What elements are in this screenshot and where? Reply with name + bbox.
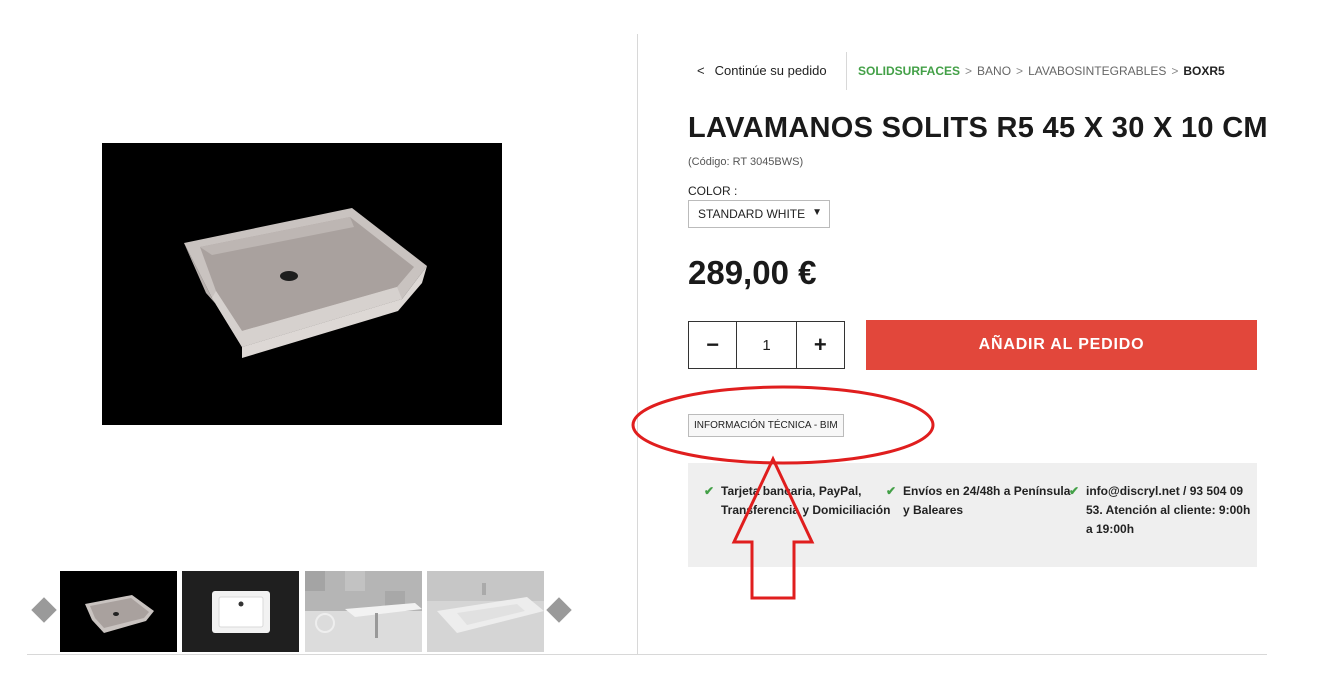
- info-line: info@discryl.net / 93 504 09: [1086, 484, 1244, 498]
- contact-info: ✔ info@discryl.net / 93 504 09 53. Atenc…: [1069, 482, 1251, 539]
- add-to-order-button[interactable]: AÑADIR AL PEDIDO: [866, 320, 1257, 370]
- breadcrumb: SOLIDSURFACES > BANO > LAVABOSINTEGRABLES > BO…: [858, 64, 1225, 78]
- thumbnail-4[interactable]: [427, 571, 544, 652]
- info-line: 53. Atención al cliente: 9:00h: [1086, 503, 1251, 517]
- breadcrumb-item-solidsurfaces[interactable]: SOLIDSURFACES: [858, 64, 960, 78]
- product-main-image[interactable]: [102, 143, 502, 425]
- breadcrumb-item-current: BOXR5: [1183, 64, 1225, 78]
- bottom-divider: [27, 654, 1267, 655]
- info-line: y Baleares: [903, 503, 964, 517]
- product-title: LAVAMANOS SOLITS R5 45 X 30 X 10 CM: [688, 112, 1268, 144]
- chevron-left-icon: <: [697, 63, 705, 78]
- dropdown-arrow-icon: ▼: [812, 207, 822, 218]
- shipping-info: ✔ Envíos en 24/48h a Península y Baleare…: [886, 482, 1073, 520]
- info-line: a 19:00h: [1086, 522, 1135, 536]
- breadcrumb-item-bano[interactable]: BANO: [977, 64, 1011, 78]
- info-line: Envíos en 24/48h a Península: [903, 484, 1071, 498]
- thumbnail-1[interactable]: [60, 571, 177, 652]
- increase-quantity-button[interactable]: +: [797, 322, 844, 368]
- continue-shopping-link[interactable]: < Continúe su pedido: [697, 63, 827, 78]
- thumbnail-2[interactable]: [182, 571, 299, 652]
- breadcrumb-divider: [846, 52, 847, 90]
- payment-info: ✔ Tarjeta bancaria, PayPal, Transferenci…: [704, 482, 891, 520]
- technical-info-bim-button[interactable]: INFORMACIÓN TÉCNICA - BIM: [688, 414, 844, 437]
- breadcrumb-separator: >: [965, 64, 973, 78]
- thumbnail-prev-icon[interactable]: [31, 597, 57, 623]
- color-label: COLOR :: [688, 184, 738, 198]
- thumbnail-3[interactable]: [305, 571, 422, 652]
- check-icon: ✔: [1069, 484, 1080, 498]
- decrease-quantity-button[interactable]: −: [689, 322, 736, 368]
- breadcrumb-separator: >: [1171, 64, 1179, 78]
- quantity-input[interactable]: 1: [736, 322, 797, 368]
- info-line: Tarjeta bancaria, PayPal,: [721, 484, 862, 498]
- shipping-payment-info-box: ✔ Tarjeta bancaria, PayPal, Transferenci…: [688, 463, 1257, 567]
- product-price: 289,00 €: [688, 254, 817, 291]
- color-select[interactable]: STANDARD WHITE ▼: [688, 200, 830, 228]
- info-line: Transferencia y Domiciliación: [721, 503, 891, 517]
- check-icon: ✔: [886, 484, 897, 498]
- column-divider: [637, 34, 638, 654]
- breadcrumb-separator: >: [1016, 64, 1024, 78]
- product-code: (Código: RT 3045BWS): [688, 156, 804, 168]
- breadcrumb-item-lavabos[interactable]: LAVABOSINTEGRABLES: [1028, 64, 1166, 78]
- continue-shopping-label: Continúe su pedido: [714, 63, 827, 78]
- thumbnail-next-icon[interactable]: [546, 597, 572, 623]
- quantity-stepper: − 1 +: [688, 321, 845, 369]
- color-select-value: STANDARD WHITE: [698, 207, 806, 221]
- check-icon: ✔: [704, 484, 715, 498]
